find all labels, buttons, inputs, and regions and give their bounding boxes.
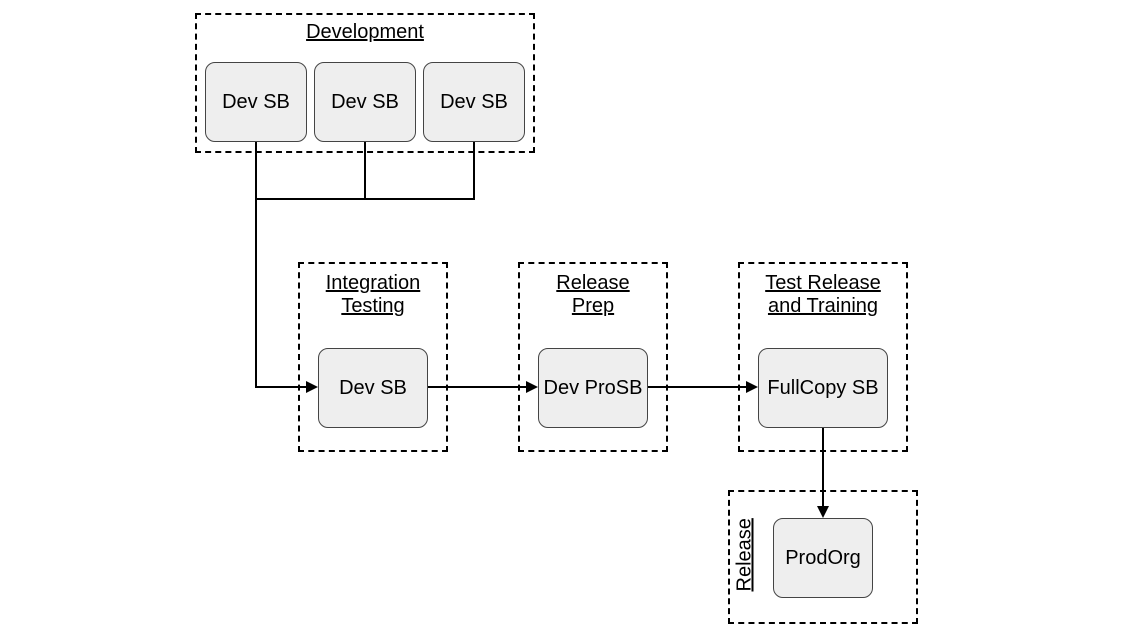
node-dev-sb-1-label: Dev SB bbox=[222, 91, 290, 114]
group-release-prep-title: Release Prep bbox=[520, 272, 666, 318]
node-dev-sb-3-label: Dev SB bbox=[440, 91, 508, 114]
group-development-title: Development bbox=[197, 21, 533, 44]
group-integration-title: Integration Testing bbox=[300, 272, 446, 318]
node-full-copy-sb-l2: Copy SB bbox=[800, 377, 879, 400]
conn-dev3-v bbox=[473, 142, 475, 200]
conn-dev-merge-h bbox=[255, 198, 475, 200]
group-release-prep-title-l2: Prep bbox=[572, 295, 614, 317]
node-full-copy-sb: Full Copy SB bbox=[758, 348, 888, 428]
node-dev-sb-1: Dev SB bbox=[205, 62, 307, 142]
group-release-prep-title-l1: Release bbox=[556, 272, 629, 294]
group-test-release-title-l2: and Training bbox=[768, 295, 878, 317]
conn-integ-to-prep bbox=[428, 386, 528, 388]
conn-prep-to-test bbox=[648, 386, 748, 388]
node-full-copy-sb-l1: Full bbox=[767, 377, 799, 400]
diagram-canvas: Development Dev SB Dev SB Dev SB Integra… bbox=[0, 0, 1142, 640]
node-prod-org-l1: Prod bbox=[785, 547, 827, 570]
group-development-title-text: Development bbox=[306, 21, 424, 43]
group-test-release-title-l1: Test Release bbox=[765, 272, 881, 294]
group-release-title-text: Release bbox=[734, 518, 756, 591]
conn-dev1-v bbox=[255, 142, 257, 388]
node-dev-sb-2: Dev SB bbox=[314, 62, 416, 142]
node-prod-org-l2: Org bbox=[827, 547, 860, 570]
node-integration: Dev SB bbox=[318, 348, 428, 428]
node-dev-pro-sb: Dev Pro SB bbox=[538, 348, 648, 428]
node-dev-pro-sb-l1: Dev Pro bbox=[544, 377, 616, 400]
node-dev-sb-3: Dev SB bbox=[423, 62, 525, 142]
group-release-title: Release bbox=[734, 522, 757, 592]
node-dev-sb-2-label: Dev SB bbox=[331, 91, 399, 114]
group-integration-title-l1: Integration bbox=[326, 272, 421, 294]
group-test-release-title: Test Release and Training bbox=[740, 272, 906, 318]
node-integration-label: Dev SB bbox=[339, 377, 407, 400]
conn-dev2-v bbox=[364, 142, 366, 200]
group-integration-title-l2: Testing bbox=[341, 295, 404, 317]
node-dev-pro-sb-l2: SB bbox=[616, 377, 643, 400]
node-prod-org: Prod Org bbox=[773, 518, 873, 598]
